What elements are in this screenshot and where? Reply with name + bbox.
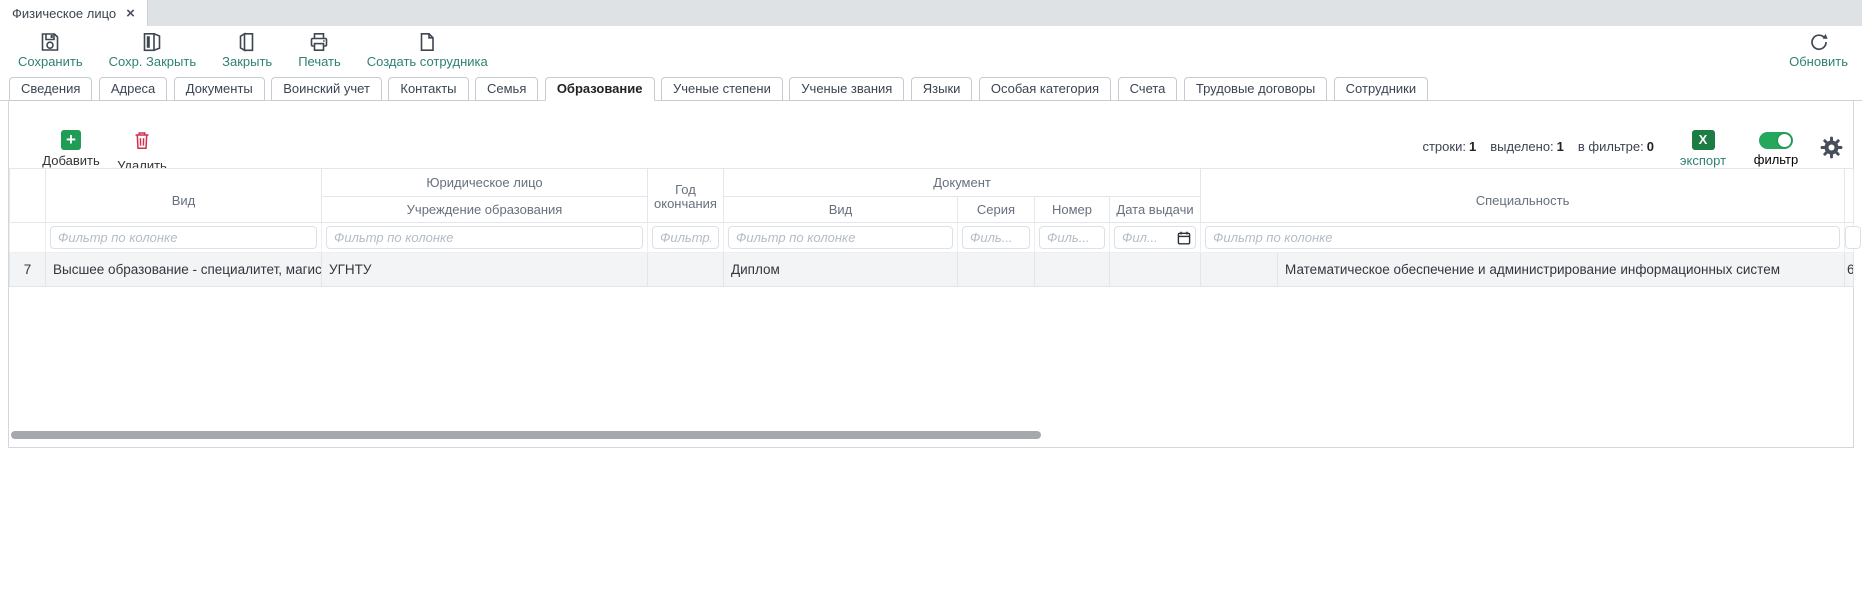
save-button[interactable]: Сохранить: [18, 31, 83, 69]
redacted-value: [672, 264, 700, 277]
filter-grad-year[interactable]: [647, 222, 724, 253]
tab-scheta[interactable]: Счета: [1117, 77, 1178, 101]
window-tab-title: Физическое лицо: [12, 5, 117, 21]
refresh-button[interactable]: Обновить: [1789, 31, 1848, 69]
main-toolbar: Сохранить Сохр. Закрыть Закрыть Печать С…: [0, 26, 1862, 76]
toggle-on-icon[interactable]: [1759, 132, 1793, 149]
col-header-specialty[interactable]: Специальность: [1200, 168, 1846, 223]
filter-institution-input[interactable]: [326, 226, 643, 249]
gear-icon: [1820, 136, 1843, 163]
horizontal-scrollbar[interactable]: [11, 431, 1041, 439]
filter-toggle[interactable]: фильтр: [1752, 130, 1800, 167]
close-door-icon: [222, 31, 272, 53]
page-tabs: Сведения Адреса Документы Воинский учет …: [0, 76, 1862, 101]
calendar-icon[interactable]: [1177, 231, 1191, 250]
delete-button[interactable]: Удалить: [111, 130, 173, 173]
cell-kind[interactable]: Высшее образование - специалитет, магист…: [45, 252, 322, 287]
col-header-cut: [1844, 168, 1855, 223]
col-header-doc-kind[interactable]: Вид: [723, 196, 958, 223]
export-button[interactable]: X экспорт: [1674, 130, 1732, 168]
cell-rownum[interactable]: 7: [9, 252, 46, 287]
tab-uchenye-stepeni[interactable]: Ученые степени: [660, 77, 783, 101]
settings-button[interactable]: [1820, 136, 1843, 164]
tab-kontakty[interactable]: Контакты: [388, 77, 469, 101]
filter-number[interactable]: [1034, 222, 1110, 253]
filter-cut-input[interactable]: [1845, 226, 1862, 249]
cell-cut[interactable]: 6: [1844, 252, 1855, 287]
table-row[interactable]: 7 Высшее образование - специалитет, маги…: [9, 252, 1855, 287]
filter-grad-year-input[interactable]: [652, 226, 719, 249]
cell-institution[interactable]: УГНТУ: [321, 252, 648, 287]
col-header-kind[interactable]: Вид: [45, 168, 322, 223]
col-header-grad-year[interactable]: Год окончания: [647, 168, 724, 223]
redacted-value: [1215, 264, 1263, 277]
tab-semya[interactable]: Семья: [474, 77, 539, 101]
col-header-number[interactable]: Номер: [1034, 196, 1110, 223]
filter-rownum: [9, 222, 46, 253]
save-icon: [18, 31, 83, 53]
col-header-issue-date[interactable]: Дата выдачи: [1108, 196, 1202, 223]
window-tab-bar: Физическое лицо ×: [0, 0, 1862, 26]
tab-trudovye-dogovory[interactable]: Трудовые договоры: [1183, 77, 1328, 101]
filter-specialty[interactable]: [1200, 222, 1846, 253]
rownum-header: [9, 168, 46, 223]
print-button[interactable]: Печать: [298, 31, 341, 69]
cell-issue-date[interactable]: [1108, 252, 1202, 287]
tab-obrazovanie[interactable]: Образование: [544, 77, 655, 101]
rows-count: строки: 1: [1422, 139, 1477, 154]
tab-adresa[interactable]: Адреса: [98, 77, 168, 101]
filtered-count: в фильтре: 0: [1577, 139, 1654, 154]
trash-icon: [132, 132, 152, 154]
filter-doc-kind[interactable]: [723, 222, 958, 253]
tab-svedeniya[interactable]: Сведения: [9, 77, 93, 101]
create-employee-button[interactable]: Создать сотрудника: [367, 31, 488, 69]
filter-kind-input[interactable]: [50, 226, 317, 249]
close-icon[interactable]: ×: [126, 6, 135, 21]
tab-voinskiy-uchet[interactable]: Воинский учет: [271, 77, 382, 101]
filter-series-input[interactable]: [962, 226, 1030, 249]
redacted-value: [971, 264, 1021, 277]
plus-icon: +: [61, 130, 81, 150]
filter-doc-kind-input[interactable]: [728, 226, 953, 249]
filter-institution[interactable]: [321, 222, 648, 253]
group-header-document: Документ: [722, 168, 1202, 197]
cell-specialty-code[interactable]: [1200, 252, 1279, 287]
filter-cut[interactable]: [1844, 222, 1862, 253]
toolbar-left-group: Сохранить Сохр. Закрыть Закрыть Печать С…: [18, 26, 488, 69]
grid-toolbar-right: строки: 1 выделено: 1 в фильтре: 0 X экспор…: [1422, 130, 1843, 168]
grid-stats: строки: 1 выделено: 1 в фильтре: 0: [1422, 139, 1654, 154]
filter-specialty-input[interactable]: [1205, 226, 1841, 249]
cell-number[interactable]: [1034, 252, 1110, 287]
redacted-value: [1048, 264, 1096, 277]
refresh-icon: [1789, 31, 1848, 53]
close-button[interactable]: Закрыть: [222, 31, 272, 69]
save-close-button[interactable]: Сохр. Закрыть: [109, 31, 197, 69]
education-panel: + Добавить Удалить строки: 1 выделено: 1 в…: [8, 101, 1862, 448]
cell-grad-year[interactable]: [647, 252, 724, 287]
save-close-icon: [109, 31, 197, 53]
cell-specialty[interactable]: Математическое обеспечение и администрир…: [1277, 252, 1846, 287]
filter-series[interactable]: [957, 222, 1035, 253]
filter-issue-date[interactable]: [1108, 222, 1202, 253]
col-header-series[interactable]: Серия: [957, 196, 1035, 223]
create-employee-icon: [367, 31, 488, 53]
col-header-institution[interactable]: Учреждение образования: [321, 196, 648, 223]
selected-count: выделено: 1: [1490, 139, 1564, 154]
excel-icon: X: [1691, 130, 1715, 150]
window-tab-fizlico[interactable]: Физическое лицо ×: [0, 0, 148, 26]
tab-uchenye-zvaniya[interactable]: Ученые звания: [789, 77, 905, 101]
group-header-legal-entity: Юридическое лицо: [321, 168, 648, 197]
filter-number-input[interactable]: [1039, 226, 1105, 249]
redacted-value: [1128, 264, 1183, 277]
filter-kind[interactable]: [45, 222, 322, 253]
cell-series[interactable]: [957, 252, 1035, 287]
tab-dokumenty[interactable]: Документы: [173, 77, 265, 101]
tab-osobaya-kategoriya[interactable]: Особая категория: [978, 77, 1112, 101]
print-icon: [298, 31, 341, 53]
tab-sotrudniki[interactable]: Сотрудники: [1333, 77, 1429, 101]
education-table: Вид Юридическое лицо Год окончания Докум…: [9, 168, 1862, 287]
cell-doc-kind[interactable]: Диплом: [723, 252, 958, 287]
add-button[interactable]: + Добавить: [33, 130, 109, 168]
tab-yazyki[interactable]: Языки: [910, 77, 973, 101]
